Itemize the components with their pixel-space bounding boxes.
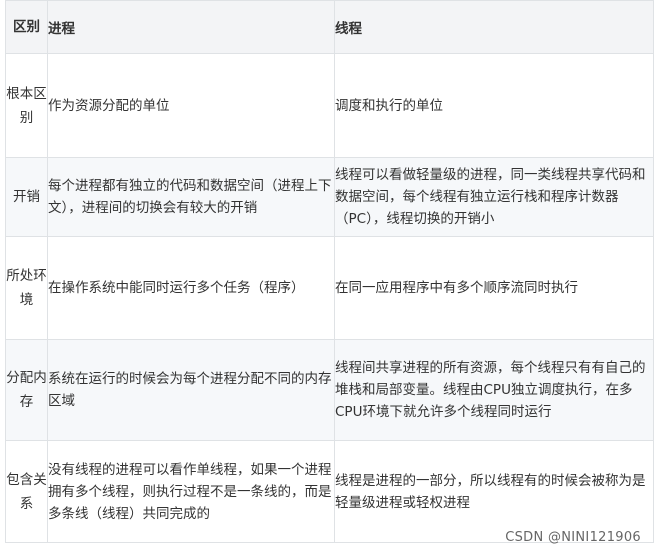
row-aspect: 根本区别 xyxy=(5,53,48,158)
row-process: 没有线程的进程可以看作单线程，如果一个进程拥有多个线程，则执行过程不是一条线的，… xyxy=(47,440,335,543)
header-process: 进程 xyxy=(47,0,335,54)
header-row: 区别 进程 线程 xyxy=(5,0,654,54)
comparison-table: 区别 进程 线程 根本区别 作为资源分配的单位 调度和执行的单位 开销 每个进程… xyxy=(5,0,654,543)
row-thread: 调度和执行的单位 xyxy=(334,53,654,158)
row-thread: 线程是进程的一部分，所以线程有的时候会被称为是轻量级进程或轻权进程 xyxy=(334,440,654,543)
row-process: 系统在运行的时候会为每个进程分配不同的内存区域 xyxy=(47,339,335,441)
row-thread: 线程间共享进程的所有资源，每个线程只有有自己的堆栈和局部变量。线程由CPU独立调… xyxy=(334,339,654,441)
row-aspect: 所处环境 xyxy=(5,236,48,340)
header-aspect: 区别 xyxy=(5,0,48,54)
table-row: 分配内存 系统在运行的时候会为每个进程分配不同的内存区域 线程间共享进程的所有资… xyxy=(5,339,654,441)
header-thread: 线程 xyxy=(334,0,654,54)
row-aspect: 分配内存 xyxy=(5,339,48,441)
row-thread: 线程可以看做轻量级的进程，同一类线程共享代码和数据空间，每个线程有独立运行栈和程… xyxy=(334,157,654,237)
watermark: CSDN @NINI121906 xyxy=(505,530,641,545)
table-row: 根本区别 作为资源分配的单位 调度和执行的单位 xyxy=(5,53,654,158)
row-aspect: 包含关系 xyxy=(5,440,48,543)
row-process: 每个进程都有独立的代码和数据空间（进程上下文），进程间的切换会有较大的开销 xyxy=(47,157,335,237)
table-row: 包含关系 没有线程的进程可以看作单线程，如果一个进程拥有多个线程，则执行过程不是… xyxy=(5,440,654,543)
row-thread: 在同一应用程序中有多个顺序流同时执行 xyxy=(334,236,654,340)
row-aspect: 开销 xyxy=(5,157,48,237)
table-row: 所处环境 在操作系统中能同时运行多个任务（程序） 在同一应用程序中有多个顺序流同… xyxy=(5,236,654,340)
row-process: 作为资源分配的单位 xyxy=(47,53,335,158)
row-process: 在操作系统中能同时运行多个任务（程序） xyxy=(47,236,335,340)
table-row: 开销 每个进程都有独立的代码和数据空间（进程上下文），进程间的切换会有较大的开销… xyxy=(5,157,654,237)
